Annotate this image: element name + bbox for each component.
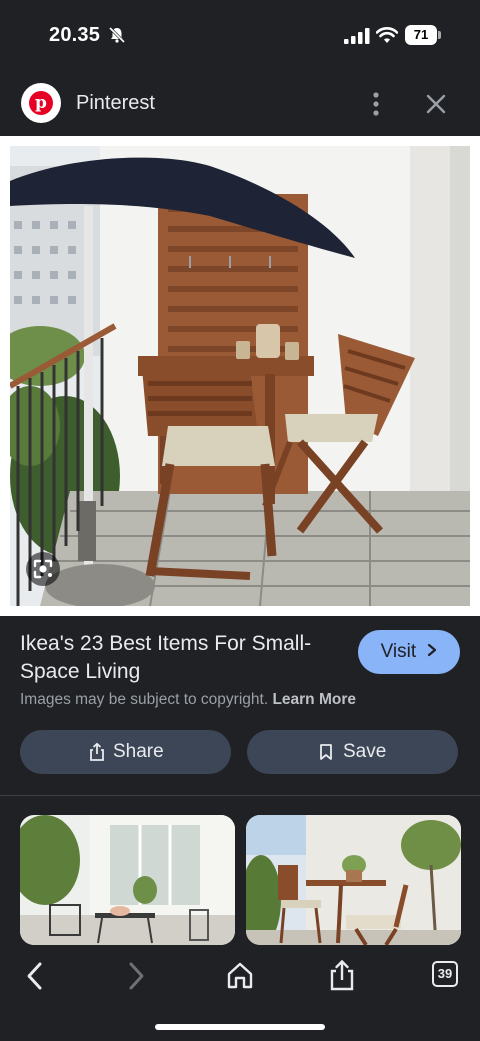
signal-icon bbox=[344, 28, 370, 49]
copyright-text: Images may be subject to copyright. bbox=[20, 691, 269, 708]
wifi-icon bbox=[375, 26, 399, 49]
forward-icon bbox=[129, 962, 144, 990]
lens-icon bbox=[33, 559, 53, 579]
pinterest-logo[interactable]: p bbox=[21, 83, 61, 123]
related-photo-2 bbox=[246, 815, 461, 945]
save-label: Save bbox=[343, 741, 387, 762]
learn-more-link[interactable]: Learn More bbox=[272, 691, 356, 708]
home-button[interactable] bbox=[222, 959, 258, 993]
share-button[interactable]: Share bbox=[20, 730, 231, 774]
more-vert-icon bbox=[373, 92, 379, 116]
result-title[interactable]: Ikea's 23 Best Items For Small-Space Liv… bbox=[20, 630, 340, 686]
balcony-photo bbox=[10, 146, 470, 606]
share-icon bbox=[88, 742, 106, 768]
save-button[interactable]: Save bbox=[247, 730, 458, 774]
battery-tip bbox=[438, 31, 441, 39]
close-icon bbox=[426, 94, 446, 114]
related-image-1[interactable] bbox=[20, 815, 235, 945]
visit-label: Visit bbox=[380, 641, 417, 663]
share-page-button[interactable] bbox=[324, 959, 360, 993]
share-label: Share bbox=[113, 741, 164, 762]
more-options-button[interactable] bbox=[366, 88, 386, 120]
lens-button[interactable] bbox=[26, 552, 60, 586]
back-icon bbox=[27, 962, 42, 990]
tabs-icon[interactable]: 39 bbox=[432, 961, 458, 987]
copyright-notice: Images may be subject to copyright. Lear… bbox=[20, 691, 356, 709]
chevron-right-icon bbox=[427, 630, 437, 674]
forward-button[interactable] bbox=[118, 959, 154, 993]
home-indicator[interactable] bbox=[155, 1024, 325, 1030]
back-button[interactable] bbox=[18, 959, 54, 993]
bookmark-icon bbox=[319, 743, 333, 767]
related-photo-1 bbox=[20, 815, 235, 945]
visit-button[interactable]: Visit bbox=[358, 630, 460, 674]
bell-muted-icon bbox=[108, 26, 126, 49]
status-bar: 20.35 71 bbox=[0, 0, 480, 72]
image-preview[interactable] bbox=[0, 136, 480, 616]
battery-icon: 71 bbox=[405, 25, 437, 45]
source-header: p Pinterest bbox=[0, 72, 480, 136]
close-button[interactable] bbox=[420, 88, 452, 120]
home-icon bbox=[227, 962, 253, 989]
related-image-2[interactable] bbox=[246, 815, 461, 945]
share-page-icon bbox=[330, 959, 354, 991]
divider bbox=[0, 795, 480, 796]
pinterest-logo-mark: p bbox=[29, 91, 53, 115]
clock: 20.35 bbox=[49, 24, 101, 46]
source-name[interactable]: Pinterest bbox=[76, 92, 155, 115]
